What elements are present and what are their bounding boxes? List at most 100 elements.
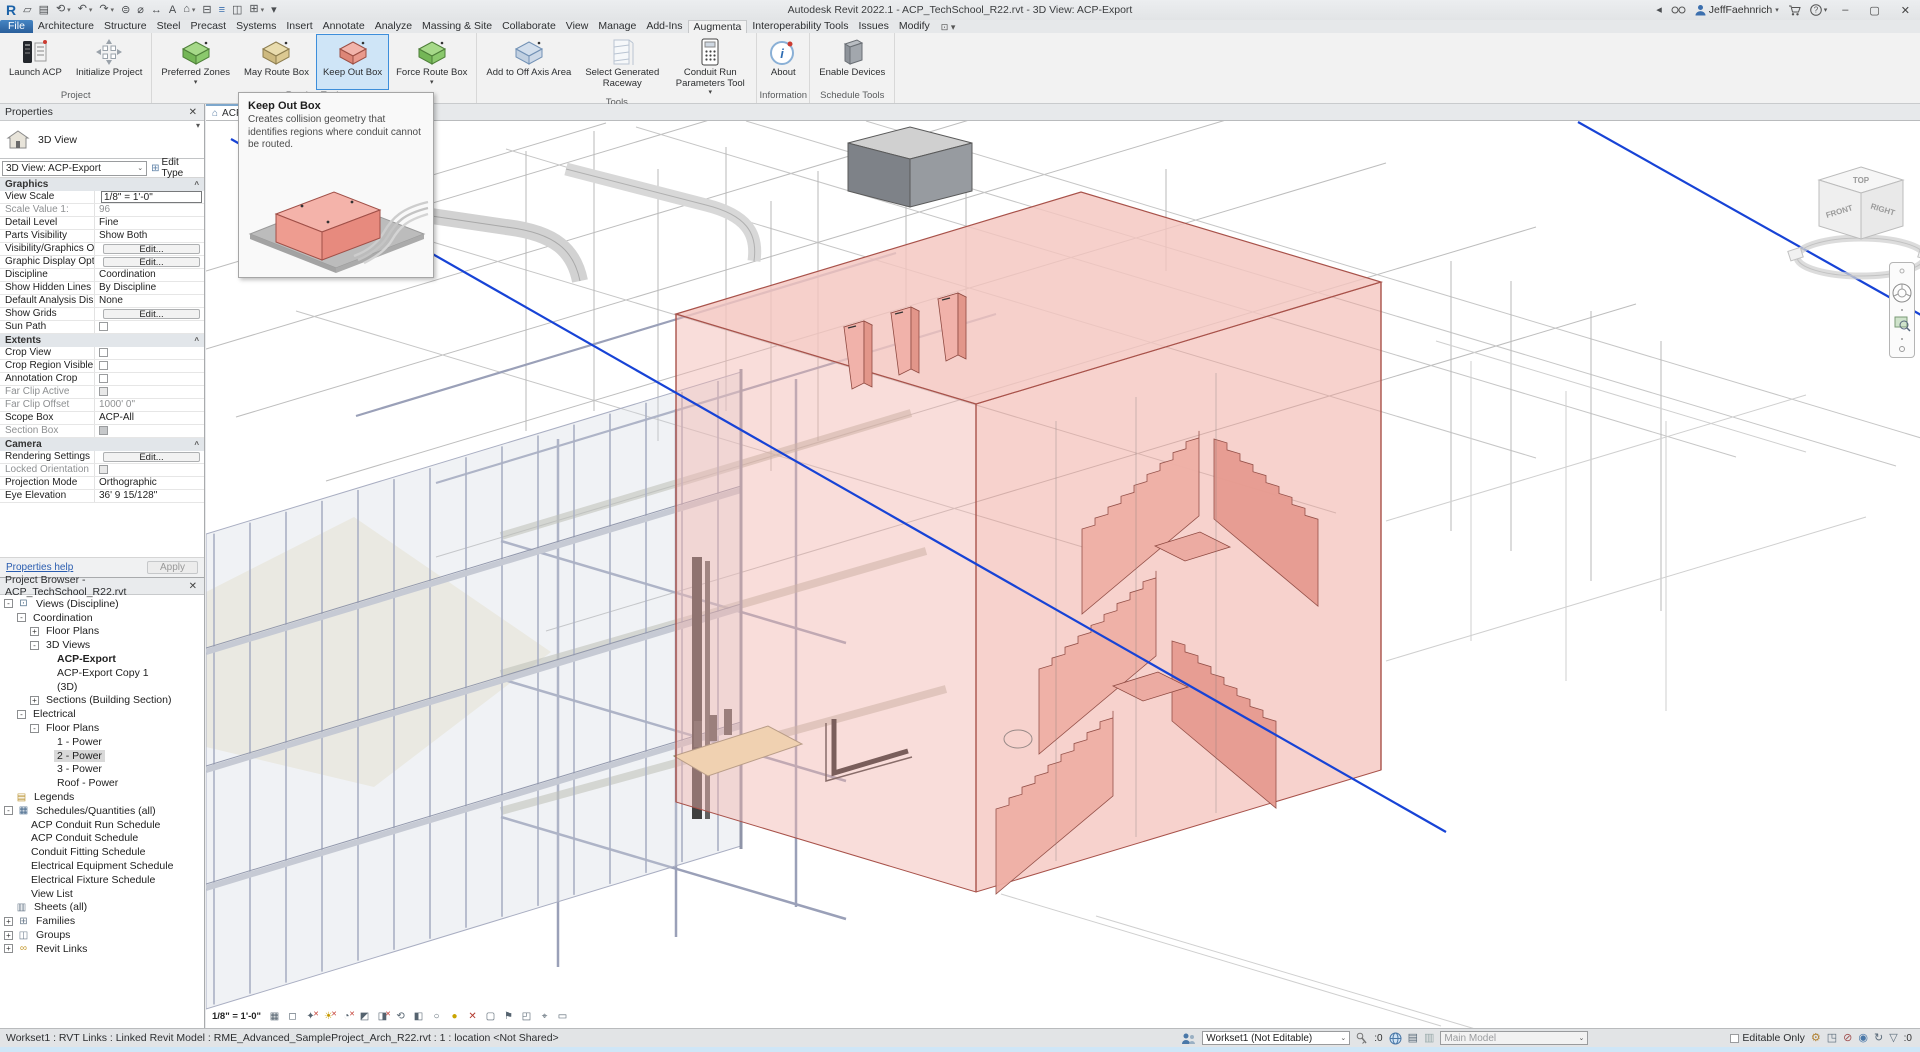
tree-item-floor-plans[interactable]: -Floor Plans <box>0 721 204 735</box>
collapse-icon[interactable]: - <box>4 599 13 608</box>
property-checkbox[interactable] <box>99 348 108 357</box>
property-value[interactable]: None <box>95 295 204 307</box>
ribbon-tab-file[interactable]: File <box>0 20 33 33</box>
crop-region-icon[interactable]: ◨✕ <box>375 1009 390 1024</box>
tree-item-coordination[interactable]: -Coordination <box>0 611 204 625</box>
ribbon-tab-interoperability-tools[interactable]: Interoperability Tools <box>747 20 853 33</box>
tree-item-sections-building-section[interactable]: +Sections (Building Section) <box>0 694 204 708</box>
expand-icon[interactable]: + <box>4 944 13 953</box>
property-section-extents[interactable]: Extents^ <box>0 334 204 347</box>
property-value[interactable]: Show Both <box>95 230 204 242</box>
ribbon-display-toggle[interactable]: ⊡ ▾ <box>941 22 956 33</box>
ribbon-tab-insert[interactable]: Insert <box>281 20 317 33</box>
close-hidden-windows-icon[interactable]: ◫ <box>232 4 242 16</box>
edit-button[interactable]: Edit... <box>103 257 200 267</box>
print-icon[interactable]: ⊜ <box>121 4 130 16</box>
tree-item-electrical[interactable]: -Electrical <box>0 707 204 721</box>
viewcube-top-label[interactable]: TOP <box>1853 176 1870 185</box>
tree-item-electrical-fixture-schedule[interactable]: Electrical Fixture Schedule <box>0 873 204 887</box>
revit-logo[interactable]: R <box>6 3 16 17</box>
tree-item-families[interactable]: +⊞Families <box>0 914 204 928</box>
editable-only-toggle[interactable]: Editable Only <box>1730 1032 1804 1044</box>
temporary-hide-icon[interactable]: ⟲ <box>393 1009 408 1024</box>
ribbon-button-keep-out-box[interactable]: Keep Out Box <box>316 34 389 90</box>
reveal-hidden-icon[interactable]: ◧ <box>411 1009 426 1024</box>
ribbon-tab-issues[interactable]: Issues <box>854 20 894 33</box>
property-value[interactable]: 96 <box>95 204 204 216</box>
tree-item-electrical-equipment-schedule[interactable]: Electrical Equipment Schedule <box>0 859 204 873</box>
dropdown-arrow-icon[interactable]: ▾ <box>430 79 434 86</box>
expand-icon[interactable]: + <box>30 627 39 636</box>
select-underlay-icon[interactable]: ◉ <box>1858 1032 1868 1044</box>
ribbon-tab-massing-site[interactable]: Massing & Site <box>417 20 497 33</box>
tree-item-1-power[interactable]: 1 - Power <box>0 735 204 749</box>
tree-item-revit-links[interactable]: +∞Revit Links <box>0 942 204 956</box>
redo-icon[interactable]: ↷ ▾ <box>99 3 114 17</box>
worksharing-display-icon[interactable]: ○ <box>429 1009 444 1024</box>
ribbon-button-launch-acp[interactable]: Launch ACP <box>2 34 69 90</box>
collapse-icon[interactable]: - <box>30 641 39 650</box>
tree-item-roof-power[interactable]: Roof - Power <box>0 776 204 790</box>
property-checkbox[interactable] <box>99 361 108 370</box>
exclude-options-icon[interactable]: ⚙ <box>1811 1032 1821 1044</box>
tree-item-view-list[interactable]: View List <box>0 887 204 901</box>
displace-icon[interactable]: ◰ <box>519 1009 534 1024</box>
tree-item-3-power[interactable]: 3 - Power <box>0 763 204 777</box>
ribbon-tab-modify[interactable]: Modify <box>894 20 935 33</box>
collapse-icon[interactable]: - <box>17 613 26 622</box>
type-selector[interactable]: 3D View ▾ <box>0 121 204 159</box>
sun-path-icon[interactable]: ✦✕ <box>303 1009 318 1024</box>
view-cube[interactable]: TOP FRONT RIGHT <box>1788 167 1920 276</box>
ribbon-button-add-to-off-axis-area[interactable]: Add to Off Axis Area <box>479 34 578 97</box>
collapse-icon[interactable]: - <box>30 724 39 733</box>
tree-item-3d[interactable]: (3D) <box>0 680 204 694</box>
collapse-icon[interactable]: - <box>4 806 13 815</box>
ribbon-button-conduit-run-parameters-tool[interactable]: Conduit Run Parameters Tool▾ <box>666 34 754 97</box>
selection-box-icon[interactable]: ▢ <box>483 1009 498 1024</box>
property-value[interactable]: Coordination <box>95 269 204 281</box>
edit-linked-icon[interactable]: ◳ <box>1827 1032 1837 1044</box>
ribbon-tab-analyze[interactable]: Analyze <box>370 20 417 33</box>
measure-strip-icon[interactable]: ▭ <box>555 1009 570 1024</box>
collapse-icon[interactable]: - <box>17 710 26 719</box>
ribbon-tab-systems[interactable]: Systems <box>231 20 281 33</box>
edit-button[interactable]: Edit... <box>103 309 200 319</box>
ribbon-tab-precast[interactable]: Precast <box>186 20 232 33</box>
editable-elements-icon[interactable] <box>1356 1032 1368 1045</box>
scale-control[interactable]: 1/8" = 1'-0" <box>212 1011 261 1022</box>
design-options-icon[interactable]: ▤ <box>1408 1032 1418 1044</box>
3d-model-canvas[interactable]: TOP FRONT RIGHT <box>206 121 1920 1028</box>
tree-item-schedules-quantities-all[interactable]: -▦Schedules/Quantities (all) <box>0 804 204 818</box>
sketchy-lines-icon[interactable]: ◔✕ <box>339 1009 354 1024</box>
ribbon-tab-collaborate[interactable]: Collaborate <box>497 20 561 33</box>
property-value[interactable]: ACP-All <box>95 412 204 424</box>
ribbon-tab-view[interactable]: View <box>561 20 594 33</box>
dropdown-arrow-icon[interactable]: ▾ <box>194 79 198 86</box>
property-section-camera[interactable]: Camera^ <box>0 438 204 451</box>
edit-button[interactable]: Edit... <box>103 452 200 462</box>
default-3d-view-icon[interactable]: ⌂ ▾ <box>183 3 195 17</box>
filter-icon[interactable]: ▽ <box>1889 1032 1897 1044</box>
tree-item-legends[interactable]: ▤Legends <box>0 790 204 804</box>
highlight-icon[interactable]: ● <box>447 1009 462 1024</box>
text-icon[interactable]: A <box>169 4 176 16</box>
switch-windows-icon[interactable]: ⊞ ▾ <box>249 3 264 17</box>
apply-button[interactable]: Apply <box>147 561 198 574</box>
pick-options-icon[interactable]: ▥ <box>1424 1032 1434 1044</box>
tree-item-floor-plans[interactable]: +Floor Plans <box>0 625 204 639</box>
editable-only-checkbox[interactable] <box>1730 1034 1739 1043</box>
edit-type-button[interactable]: ⊞ Edit Type <box>147 157 202 179</box>
customize-qat-icon[interactable]: ▾ <box>271 4 277 16</box>
ribbon-tab-structure[interactable]: Structure <box>99 20 152 33</box>
ribbon-button-initialize-project[interactable]: Initialize Project <box>69 34 150 90</box>
ribbon-tab-annotate[interactable]: Annotate <box>318 20 370 33</box>
property-value[interactable]: Orthographic <box>95 477 204 489</box>
open-icon[interactable]: ▱ <box>23 4 31 16</box>
restore-button[interactable]: ▢ <box>1863 4 1885 17</box>
tree-item-groups[interactable]: +◫Groups <box>0 928 204 942</box>
collapse-icon[interactable]: ◂ <box>1656 4 1662 16</box>
expand-icon[interactable]: + <box>4 931 13 940</box>
tag-icon[interactable]: ⚑ <box>501 1009 516 1024</box>
property-checkbox[interactable] <box>99 374 108 383</box>
property-value[interactable]: Fine <box>95 217 204 229</box>
